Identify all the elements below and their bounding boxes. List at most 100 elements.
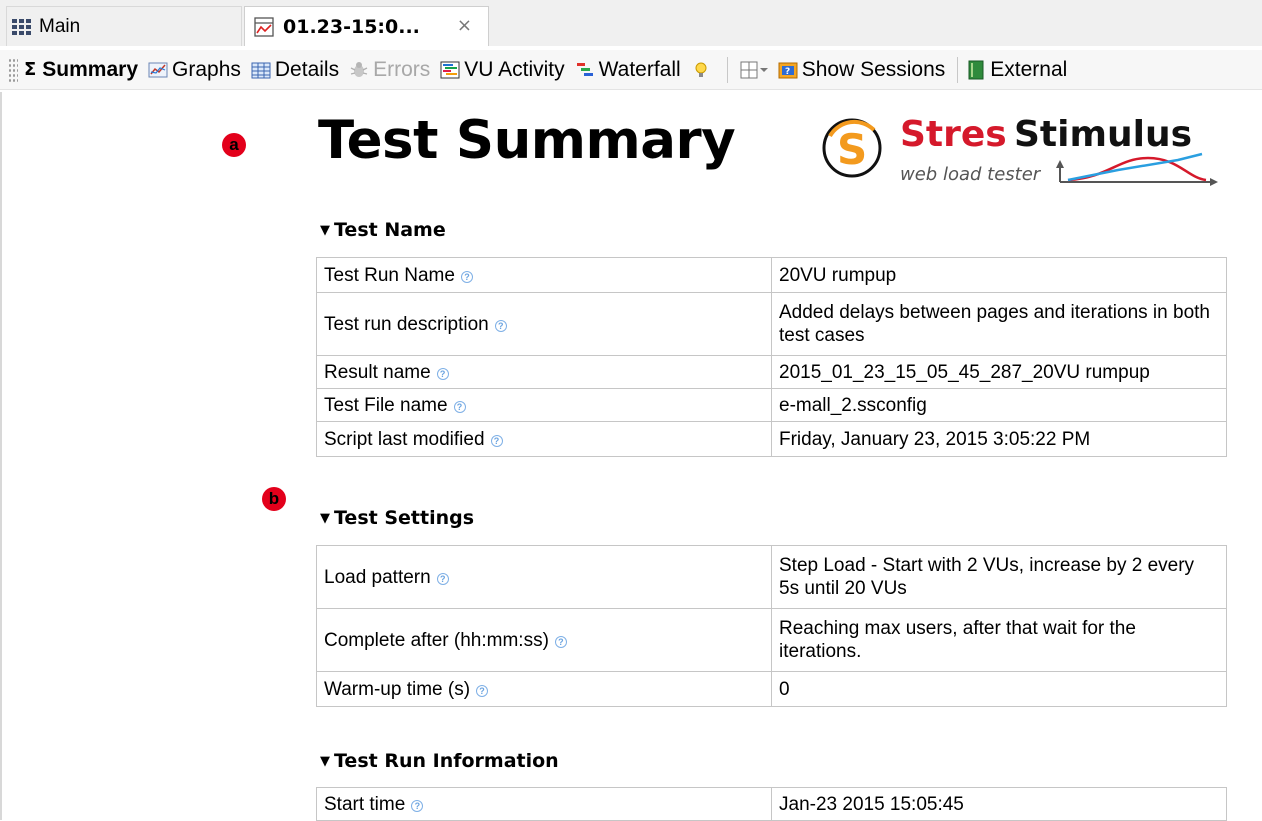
graphs-label: Graphs	[172, 57, 241, 81]
collapse-triangle-icon: ▼	[320, 754, 330, 769]
row-key-label: Start time	[324, 793, 406, 815]
row-key-cell: Complete after (hh:mm:ss)?	[316, 608, 772, 672]
toolbar-divider	[726, 56, 728, 83]
page-title: Test Summary	[318, 110, 736, 171]
summary-button[interactable]: Σ Summary	[24, 58, 138, 82]
row-key-label: Test run description	[324, 313, 489, 335]
book-icon	[968, 60, 984, 79]
logo-graphic: S Stres Stimulus web load tester	[822, 114, 1218, 186]
toolbar-grip-icon[interactable]	[8, 57, 18, 82]
section-heading-text: Test Name	[334, 219, 446, 241]
help-icon[interactable]: ?	[460, 270, 473, 283]
lightbulb-icon	[695, 62, 707, 77]
sigma-icon: Σ	[24, 59, 37, 80]
row-key-cell: Script last modified?	[316, 421, 772, 457]
close-icon[interactable]: ×	[457, 15, 472, 36]
row-value-cell: Step Load - Start with 2 VUs, increase b…	[771, 545, 1227, 609]
show-sessions-label: Show Sessions	[801, 57, 946, 81]
help-icon[interactable]: ?	[490, 434, 503, 447]
row-key-label: Warm-up time (s)	[324, 678, 471, 700]
table-row: Start time? Jan-23 2015 15:05:45	[316, 787, 1227, 821]
toolbar-divider-2	[957, 56, 959, 83]
section-heading-test-run-info[interactable]: ▼ Test Run Information	[320, 750, 559, 772]
svg-text:web load tester: web load tester	[900, 164, 1042, 185]
test-run-info-table: Start time? Jan-23 2015 15:05:45	[316, 787, 1227, 821]
external-button[interactable]: External	[966, 58, 1067, 82]
row-value-cell: 2015_01_23_15_05_45_287_20VU rumpup	[771, 355, 1227, 389]
row-key-label: Test Run Name	[324, 264, 455, 286]
summary-label: Summary	[42, 57, 139, 81]
help-icon[interactable]: ?	[453, 400, 466, 413]
bug-icon	[350, 61, 368, 77]
row-key-cell: Warm-up time (s)?	[316, 671, 772, 707]
chevron-down-icon	[759, 67, 768, 72]
row-key-cell: Test Run Name?	[316, 257, 772, 293]
row-value-cell: 0	[771, 671, 1227, 707]
svg-text:?: ?	[785, 67, 790, 77]
row-key-cell: Test run description?	[316, 292, 772, 356]
vu-activity-button[interactable]: VU Activity	[440, 57, 565, 82]
graphs-button[interactable]: Graphs	[148, 58, 241, 82]
help-icon[interactable]: ?	[436, 572, 449, 585]
table-row: Test File name? e-mall_2.ssconfig	[316, 388, 1227, 422]
report-toolbar: Σ Summary Graphs Details Errors VU Activ…	[0, 50, 1262, 90]
row-key-label: Result name	[324, 361, 431, 383]
help-icon[interactable]: ?	[436, 367, 449, 380]
annotation-marker-a: a	[222, 133, 246, 157]
external-label: External	[990, 57, 1068, 81]
vu-activity-icon	[440, 61, 460, 78]
left-border	[0, 92, 2, 820]
help-icon[interactable]: ?	[476, 684, 489, 697]
table-icon	[251, 62, 271, 78]
row-value-cell: Jan-23 2015 15:05:45	[771, 787, 1227, 821]
stresstimulus-logo: S Stres Stimulus web load tester	[818, 108, 1230, 188]
table-row: Test run description? Added delays betwee…	[316, 292, 1227, 356]
help-icon[interactable]: ?	[554, 635, 567, 648]
section-heading-test-name[interactable]: ▼ Test Name	[320, 219, 446, 241]
waterfall-icon	[576, 62, 593, 76]
table-row: Script last modified? Friday, January 23,…	[316, 421, 1227, 457]
sessions-icon: ?	[778, 62, 798, 78]
collapse-triangle-icon: ▼	[320, 223, 330, 238]
table-row: Load pattern? Step Load - Start with 2 VU…	[316, 545, 1227, 609]
help-icon[interactable]: ?	[411, 799, 424, 812]
section-heading-test-settings[interactable]: ▼ Test Settings	[320, 507, 474, 529]
layout-dropdown-button[interactable]	[736, 60, 768, 80]
table-row: Result name? 2015_01_23_15_05_45_287_20VU…	[316, 355, 1227, 389]
row-value-cell: Added delays between pages and iteration…	[771, 292, 1227, 356]
show-sessions-button[interactable]: ? Show Sessions	[778, 57, 946, 82]
row-value-cell: Reaching max users, after that wait for …	[771, 608, 1227, 672]
errors-button[interactable]: Errors	[349, 58, 430, 82]
tab-strip: Main 01.23-15:0... ×	[0, 0, 1262, 46]
annotation-marker-b: b	[262, 487, 286, 511]
waterfall-button[interactable]: Waterfall	[575, 58, 681, 82]
row-value-cell: Friday, January 23, 2015 3:05:22 PM	[771, 421, 1227, 457]
row-value-cell: e-mall_2.ssconfig	[771, 388, 1227, 422]
svg-text:Stimulus: Stimulus	[1014, 114, 1192, 155]
test-name-table: Test Run Name? 20VU rumpup Test run descri…	[316, 257, 1227, 457]
collapse-triangle-icon: ▼	[320, 511, 330, 526]
details-button[interactable]: Details	[251, 58, 339, 82]
svg-text:Stres: Stres	[900, 114, 1007, 155]
section-heading-text: Test Run Information	[334, 750, 559, 772]
vu-activity-label: VU Activity	[464, 57, 565, 81]
grid-icon	[12, 18, 31, 35]
row-key-cell: Start time?	[316, 787, 772, 821]
row-key-cell: Load pattern?	[316, 545, 772, 609]
errors-label: Errors	[373, 57, 431, 81]
table-row: Complete after (hh:mm:ss)? Reaching max u…	[316, 608, 1227, 672]
tab-test-result-label: 01.23-15:0...	[283, 15, 420, 38]
svg-text:S: S	[837, 125, 867, 174]
tips-button[interactable]	[691, 60, 715, 80]
row-key-cell: Test File name?	[316, 388, 772, 422]
tab-main-label: Main	[39, 15, 81, 37]
row-key-label: Test File name	[324, 394, 448, 416]
row-key-cell: Result name?	[316, 355, 772, 389]
tab-main[interactable]: Main	[6, 6, 242, 46]
row-key-label: Script last modified	[324, 428, 485, 450]
waterfall-label: Waterfall	[598, 57, 681, 81]
details-label: Details	[274, 57, 340, 81]
tab-test-result[interactable]: 01.23-15:0... ×	[244, 6, 489, 46]
graph-icon	[148, 62, 168, 77]
help-icon[interactable]: ?	[494, 319, 507, 332]
